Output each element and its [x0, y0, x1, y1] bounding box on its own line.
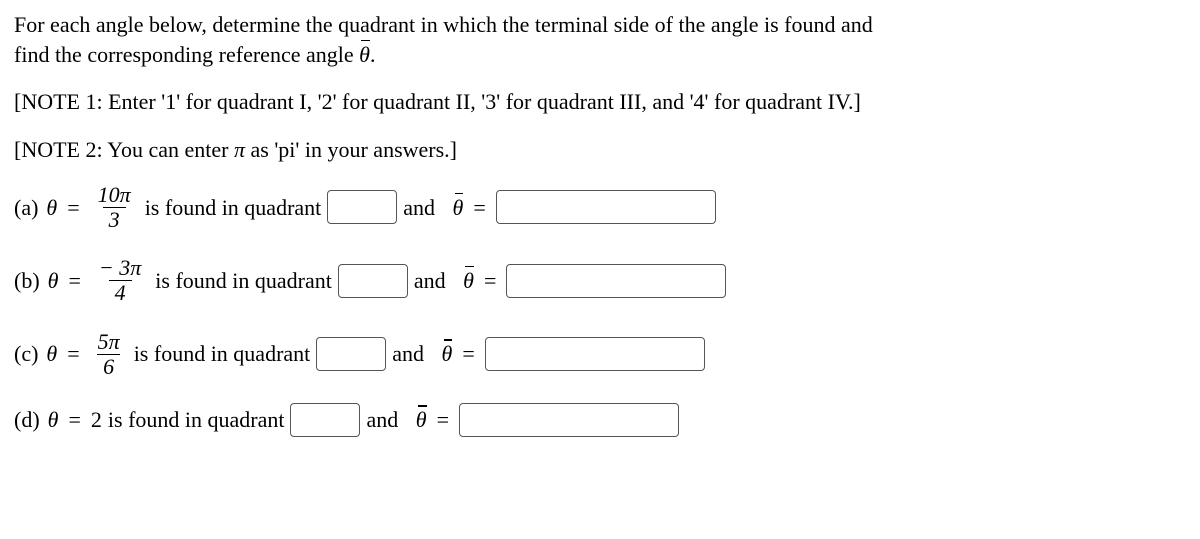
part-c-label: (c) — [14, 339, 38, 369]
part-a-fraction: 10π 3 — [94, 183, 135, 232]
equals-sign: = — [484, 266, 496, 296]
equals-sign: = — [437, 405, 449, 435]
intro-line2-prefix: find the corresponding reference angle — [14, 42, 359, 67]
part-a-denominator: 3 — [103, 207, 126, 232]
part-a-reference-input[interactable] — [496, 190, 716, 224]
part-c-quadrant-input[interactable] — [316, 337, 386, 371]
part-c-numerator: 5π — [94, 330, 124, 354]
equals-sign: = — [67, 193, 79, 223]
part-c-reference-input[interactable] — [485, 337, 705, 371]
theta-bar-symbol: θ — [359, 40, 370, 70]
intro-paragraph: For each angle below, determine the quad… — [14, 10, 1186, 69]
part-d-value: 2 — [91, 405, 102, 435]
part-a-label: (a) — [14, 193, 38, 223]
part-b-fraction: − 3π 4 — [95, 256, 145, 305]
pi-symbol: π — [234, 137, 245, 162]
and-text: and — [366, 405, 398, 435]
theta-symbol: θ — [46, 193, 57, 223]
equals-sign: = — [473, 193, 485, 223]
part-b-label: (b) — [14, 266, 40, 296]
part-c-row: (c) θ = 5π 6 is found in quadrant and θ … — [14, 330, 1186, 379]
and-text: and — [392, 339, 424, 369]
part-b-reference-input[interactable] — [506, 264, 726, 298]
and-text: and — [403, 193, 435, 223]
part-d-label: (d) — [14, 405, 40, 435]
part-a-row: (a) θ = 10π 3 is found in quadrant and θ… — [14, 183, 1186, 232]
part-b-row: (b) θ = − 3π 4 is found in quadrant and … — [14, 256, 1186, 305]
part-b-numerator: − 3π — [95, 256, 145, 280]
intro-line2-suffix: . — [370, 42, 376, 67]
part-c-denominator: 6 — [97, 354, 120, 379]
found-text: is found in quadrant — [155, 266, 332, 296]
part-d-reference-input[interactable] — [459, 403, 679, 437]
part-d-row: (d) θ = 2 is found in quadrant and θ = — [14, 403, 1186, 437]
theta-symbol: θ — [46, 339, 57, 369]
theta-bar-symbol: θ — [453, 193, 464, 223]
part-a-numerator: 10π — [94, 183, 135, 207]
note-2: [NOTE 2: You can enter π as 'pi' in your… — [14, 135, 1186, 165]
and-text: and — [414, 266, 446, 296]
note2-suffix: as 'pi' in your answers.] — [245, 137, 457, 162]
part-b-denominator: 4 — [109, 280, 132, 305]
found-text: is found in quadrant — [134, 339, 311, 369]
theta-bar-symbol: θ — [463, 266, 474, 296]
note2-prefix: [NOTE 2: You can enter — [14, 137, 234, 162]
part-a-quadrant-input[interactable] — [327, 190, 397, 224]
part-b-quadrant-input[interactable] — [338, 264, 408, 298]
part-d-quadrant-input[interactable] — [290, 403, 360, 437]
theta-bar-symbol: θ — [442, 339, 453, 369]
equals-sign: = — [68, 266, 80, 296]
equals-sign: = — [67, 339, 79, 369]
note-1: [NOTE 1: Enter '1' for quadrant I, '2' f… — [14, 87, 1186, 117]
part-c-fraction: 5π 6 — [94, 330, 124, 379]
theta-symbol: θ — [48, 266, 59, 296]
equals-sign: = — [68, 405, 80, 435]
theta-symbol: θ — [48, 405, 59, 435]
equals-sign: = — [462, 339, 474, 369]
found-text: is found in quadrant — [145, 193, 322, 223]
found-text: is found in quadrant — [108, 405, 285, 435]
intro-line1: For each angle below, determine the quad… — [14, 12, 873, 37]
theta-bar-symbol: θ — [416, 405, 427, 435]
